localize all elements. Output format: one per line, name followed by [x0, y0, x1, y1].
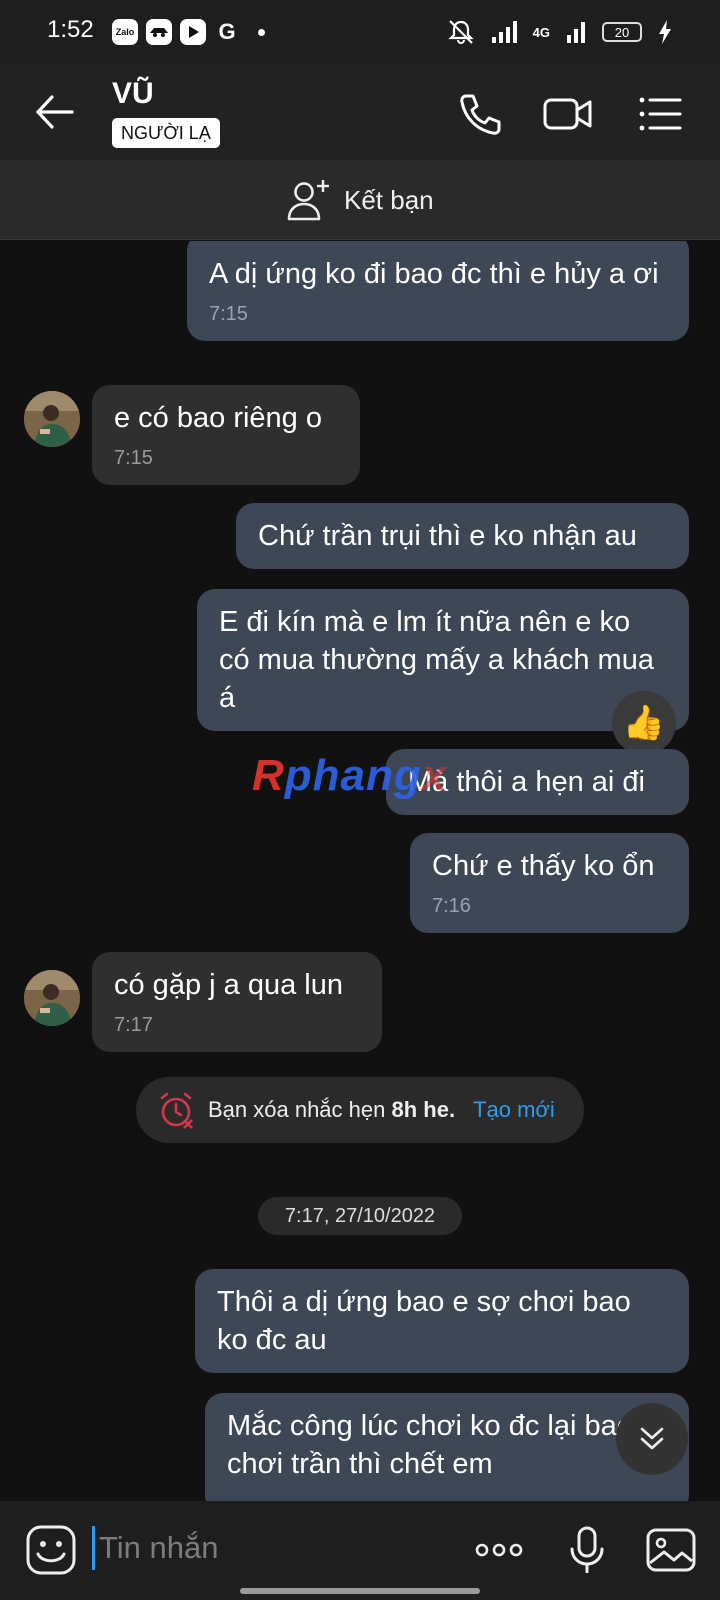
message-text: A dị ứng ko đi bao đc thì e hủy a ơi: [209, 258, 659, 290]
back-arrow-icon[interactable]: [30, 86, 82, 138]
message-time: 7:17: [114, 1014, 153, 1036]
sticker-emoji-icon[interactable]: [24, 1523, 78, 1577]
add-friend-bar[interactable]: Kết bạn: [0, 160, 720, 240]
message-time: 7:15: [209, 303, 248, 325]
stranger-badge: NGƯỜI LẠ: [112, 118, 220, 148]
alarm-cancel-icon: [160, 1092, 193, 1129]
message-time: 7:16: [432, 895, 471, 917]
more-notifications-dot: [258, 28, 265, 36]
message-text: e có bao riêng o: [114, 402, 322, 434]
add-friend-button[interactable]: Kết bạn: [286, 176, 434, 224]
microphone-icon[interactable]: [560, 1523, 614, 1577]
message-bubble-outgoing[interactable]: A dị ứng ko đi bao đc thì e hủy a ơi 7:1…: [187, 241, 689, 341]
message-time: 7:15: [114, 447, 153, 469]
message-bubble-incoming[interactable]: có gặp j a qua lun 7:17: [92, 952, 382, 1052]
date-divider: 7:17, 27/10/2022: [258, 1197, 462, 1235]
avatar[interactable]: [24, 391, 80, 447]
home-indicator: [240, 1588, 480, 1594]
watermark-logo: Rphangx: [252, 751, 448, 800]
charging-icon: [659, 20, 671, 44]
message-text: E đi kín mà e lm ít nữa nên e ko có mua …: [219, 606, 654, 714]
menu-list-icon[interactable]: [636, 88, 688, 140]
message-text: Chứ e thấy ko ổn: [432, 850, 655, 882]
battery-icon: 20: [602, 22, 642, 42]
more-options-icon[interactable]: [472, 1523, 526, 1577]
message-text: có gặp j a qua lun: [114, 969, 343, 1001]
spy-app-icon: [146, 19, 172, 45]
create-new-reminder-link[interactable]: Tạo mới: [473, 1097, 555, 1123]
message-list[interactable]: A dị ứng ko đi bao đc thì e hủy a ơi 7:1…: [0, 241, 720, 1501]
signal-2-icon: [567, 22, 585, 43]
youtube-app-icon: [180, 19, 206, 45]
message-text: Mắc công lúc chơi ko đc lại bao chơi trầ…: [227, 1410, 633, 1480]
zalo-app-icon: Zalo: [112, 19, 138, 45]
message-composer: Tin nhắn: [0, 1501, 720, 1600]
message-bubble-outgoing[interactable]: Chứ trần trụi thì e ko nhận au: [236, 503, 689, 569]
google-app-icon: G: [218, 19, 236, 44]
image-picker-icon[interactable]: [644, 1523, 698, 1577]
message-input[interactable]: Tin nhắn: [92, 1526, 432, 1570]
double-chevron-down-icon: [640, 1427, 664, 1450]
reminder-notice: Bạn xóa nhắc hẹn 8h he. Tạo mới: [136, 1077, 584, 1143]
chat-header: VŨ NGƯỜI LẠ: [0, 64, 720, 160]
thumbs-up-reaction[interactable]: 👍: [612, 691, 676, 755]
message-bubble-outgoing[interactable]: Thôi a dị ứng bao e sợ chơi bao ko đc au: [195, 1269, 689, 1373]
add-friend-label: Kết bạn: [344, 184, 434, 215]
message-bubble-incoming[interactable]: e có bao riêng o 7:15: [92, 385, 360, 485]
avatar[interactable]: [24, 970, 80, 1026]
status-time: 1:52: [47, 16, 94, 43]
video-call-icon[interactable]: [542, 88, 594, 140]
scroll-to-bottom-button[interactable]: [616, 1403, 688, 1475]
reminder-text: Bạn xóa nhắc hẹn 8h he.: [208, 1097, 456, 1122]
muted-bell-icon: [448, 20, 474, 44]
status-bar: 1:52 Zalo G 4G 20: [0, 0, 720, 64]
phone-call-icon[interactable]: [454, 88, 506, 140]
message-text: Thôi a dị ứng bao e sợ chơi bao ko đc au: [217, 1286, 631, 1356]
message-bubble-outgoing[interactable]: Chứ e thấy ko ổn 7:16: [410, 833, 689, 933]
signal-icon: [491, 21, 517, 43]
add-friend-icon: [287, 180, 329, 221]
system-status-icons: 4G 20: [447, 18, 672, 46]
notification-icons: Zalo G: [112, 18, 265, 46]
message-text: Chứ trần trụi thì e ko nhận au: [258, 520, 637, 552]
network-type: 4G: [532, 24, 550, 40]
contact-name[interactable]: VŨ: [112, 77, 154, 111]
